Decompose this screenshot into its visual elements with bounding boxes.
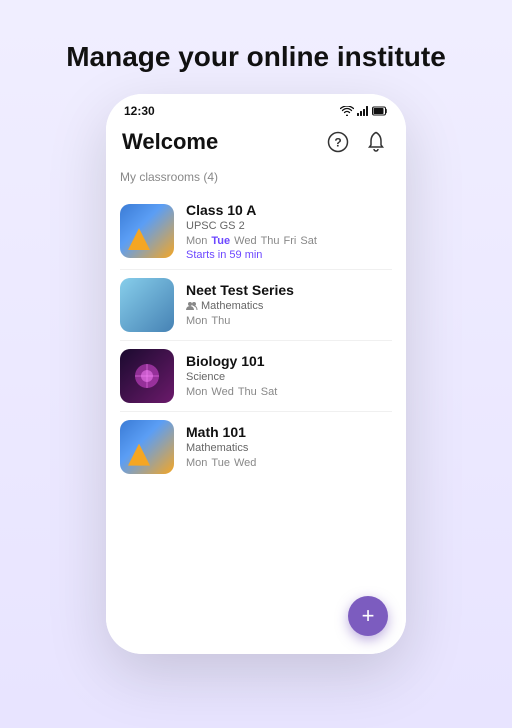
- section-label: My classrooms (4): [120, 170, 392, 184]
- page-headline: Manage your online institute: [36, 0, 476, 94]
- notification-button[interactable]: [362, 128, 390, 156]
- status-time: 12:30: [124, 104, 155, 118]
- app-header: Welcome ?: [106, 122, 406, 166]
- signal-icon: [357, 106, 369, 116]
- help-button[interactable]: ?: [324, 128, 352, 156]
- thumb-math101: [120, 420, 174, 474]
- svg-text:?: ?: [334, 135, 341, 149]
- classroom-card-neet[interactable]: Neet Test Series Mathematics Mon Thu: [120, 270, 392, 341]
- card-name-class10a: Class 10 A: [186, 202, 392, 218]
- header-icons: ?: [324, 128, 390, 156]
- classroom-card-bio101[interactable]: Biology 101 Science Mon Wed Thu Sat: [120, 341, 392, 412]
- card-subtitle-neet: Mathematics: [186, 300, 392, 312]
- card-days-bio101: Mon Wed Thu Sat: [186, 386, 392, 398]
- card-days-math101: Mon Tue Wed: [186, 457, 392, 469]
- bio-thumb-icon: [129, 358, 165, 394]
- classrooms-content: My classrooms (4) Class 10 A UPSC GS 2 M…: [106, 166, 406, 654]
- card-info-math101: Math 101 Mathematics Mon Tue Wed: [186, 424, 392, 469]
- card-subtitle-class10a: UPSC GS 2: [186, 220, 392, 232]
- card-info-neet: Neet Test Series Mathematics Mon Thu: [186, 282, 392, 327]
- phone-frame: 12:30 Welcome: [106, 94, 406, 654]
- card-subtitle-bio101: Science: [186, 371, 392, 383]
- thumb-bio101: [120, 349, 174, 403]
- classroom-card-math101[interactable]: Math 101 Mathematics Mon Tue Wed: [120, 412, 392, 482]
- card-info-bio101: Biology 101 Science Mon Wed Thu Sat: [186, 353, 392, 398]
- people-icon: [186, 301, 198, 311]
- card-starts-class10a: Starts in 59 min: [186, 249, 392, 261]
- status-bar: 12:30: [106, 94, 406, 122]
- app-title: Welcome: [122, 129, 218, 155]
- status-icons: [340, 106, 388, 116]
- card-name-neet: Neet Test Series: [186, 282, 392, 298]
- card-days-class10a: Mon Tue Wed Thu Fri Sat: [186, 235, 392, 247]
- fab-add-button[interactable]: +: [348, 596, 388, 636]
- card-name-math101: Math 101: [186, 424, 392, 440]
- card-days-neet: Mon Thu: [186, 315, 392, 327]
- card-name-bio101: Biology 101: [186, 353, 392, 369]
- battery-icon: [372, 106, 388, 116]
- classroom-card-class10a[interactable]: Class 10 A UPSC GS 2 Mon Tue Wed Thu Fri…: [120, 194, 392, 270]
- thumb-class10a: [120, 204, 174, 258]
- wifi-icon: [340, 106, 354, 116]
- thumb-neet: [120, 278, 174, 332]
- card-info-class10a: Class 10 A UPSC GS 2 Mon Tue Wed Thu Fri…: [186, 202, 392, 261]
- card-subtitle-math101: Mathematics: [186, 442, 392, 454]
